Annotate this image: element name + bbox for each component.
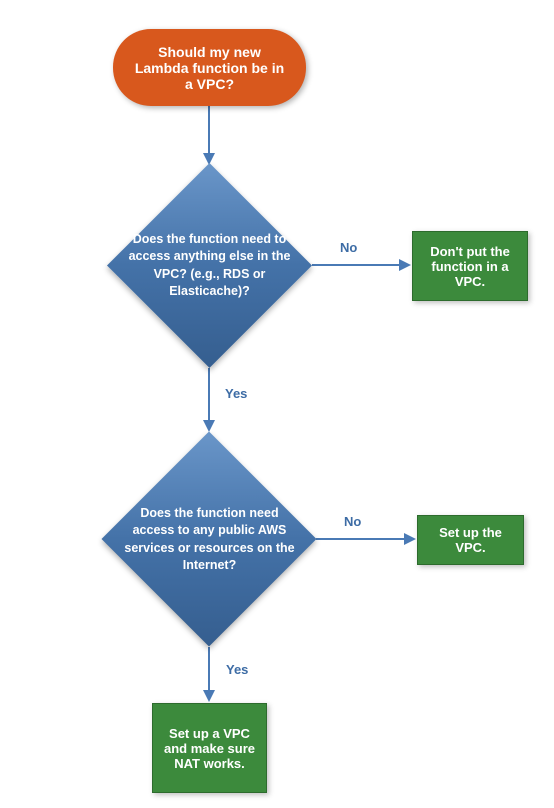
decision1-no-label: No bbox=[340, 240, 357, 255]
decision2-no-label: No bbox=[344, 514, 361, 529]
lambda-vpc-flowchart: Should my new Lambda function be in a VP… bbox=[0, 0, 554, 808]
action-setup-vpc: Set up the VPC. bbox=[417, 515, 524, 565]
decision1-text: Does the function need to access anythin… bbox=[107, 211, 312, 321]
start-text: Should my new Lambda function be in a VP… bbox=[133, 44, 286, 92]
start-node: Should my new Lambda function be in a VP… bbox=[113, 29, 306, 106]
action-vpc-nat: Set up a VPC and make sure NAT works. bbox=[152, 703, 267, 793]
action1-text: Don't put the function in a VPC. bbox=[421, 244, 519, 289]
action3-text: Set up a VPC and make sure NAT works. bbox=[161, 726, 258, 771]
decision-vpc-access: Does the function need to access anythin… bbox=[107, 163, 312, 368]
decision2-text: Does the function need access to any pub… bbox=[102, 485, 317, 595]
action-no-vpc: Don't put the function in a VPC. bbox=[412, 231, 528, 301]
decision2-yes-label: Yes bbox=[226, 662, 248, 677]
connector-arrows bbox=[0, 0, 554, 808]
decision-public-access: Does the function need access to any pub… bbox=[102, 432, 317, 647]
decision1-yes-label: Yes bbox=[225, 386, 247, 401]
action2-text: Set up the VPC. bbox=[426, 525, 515, 555]
